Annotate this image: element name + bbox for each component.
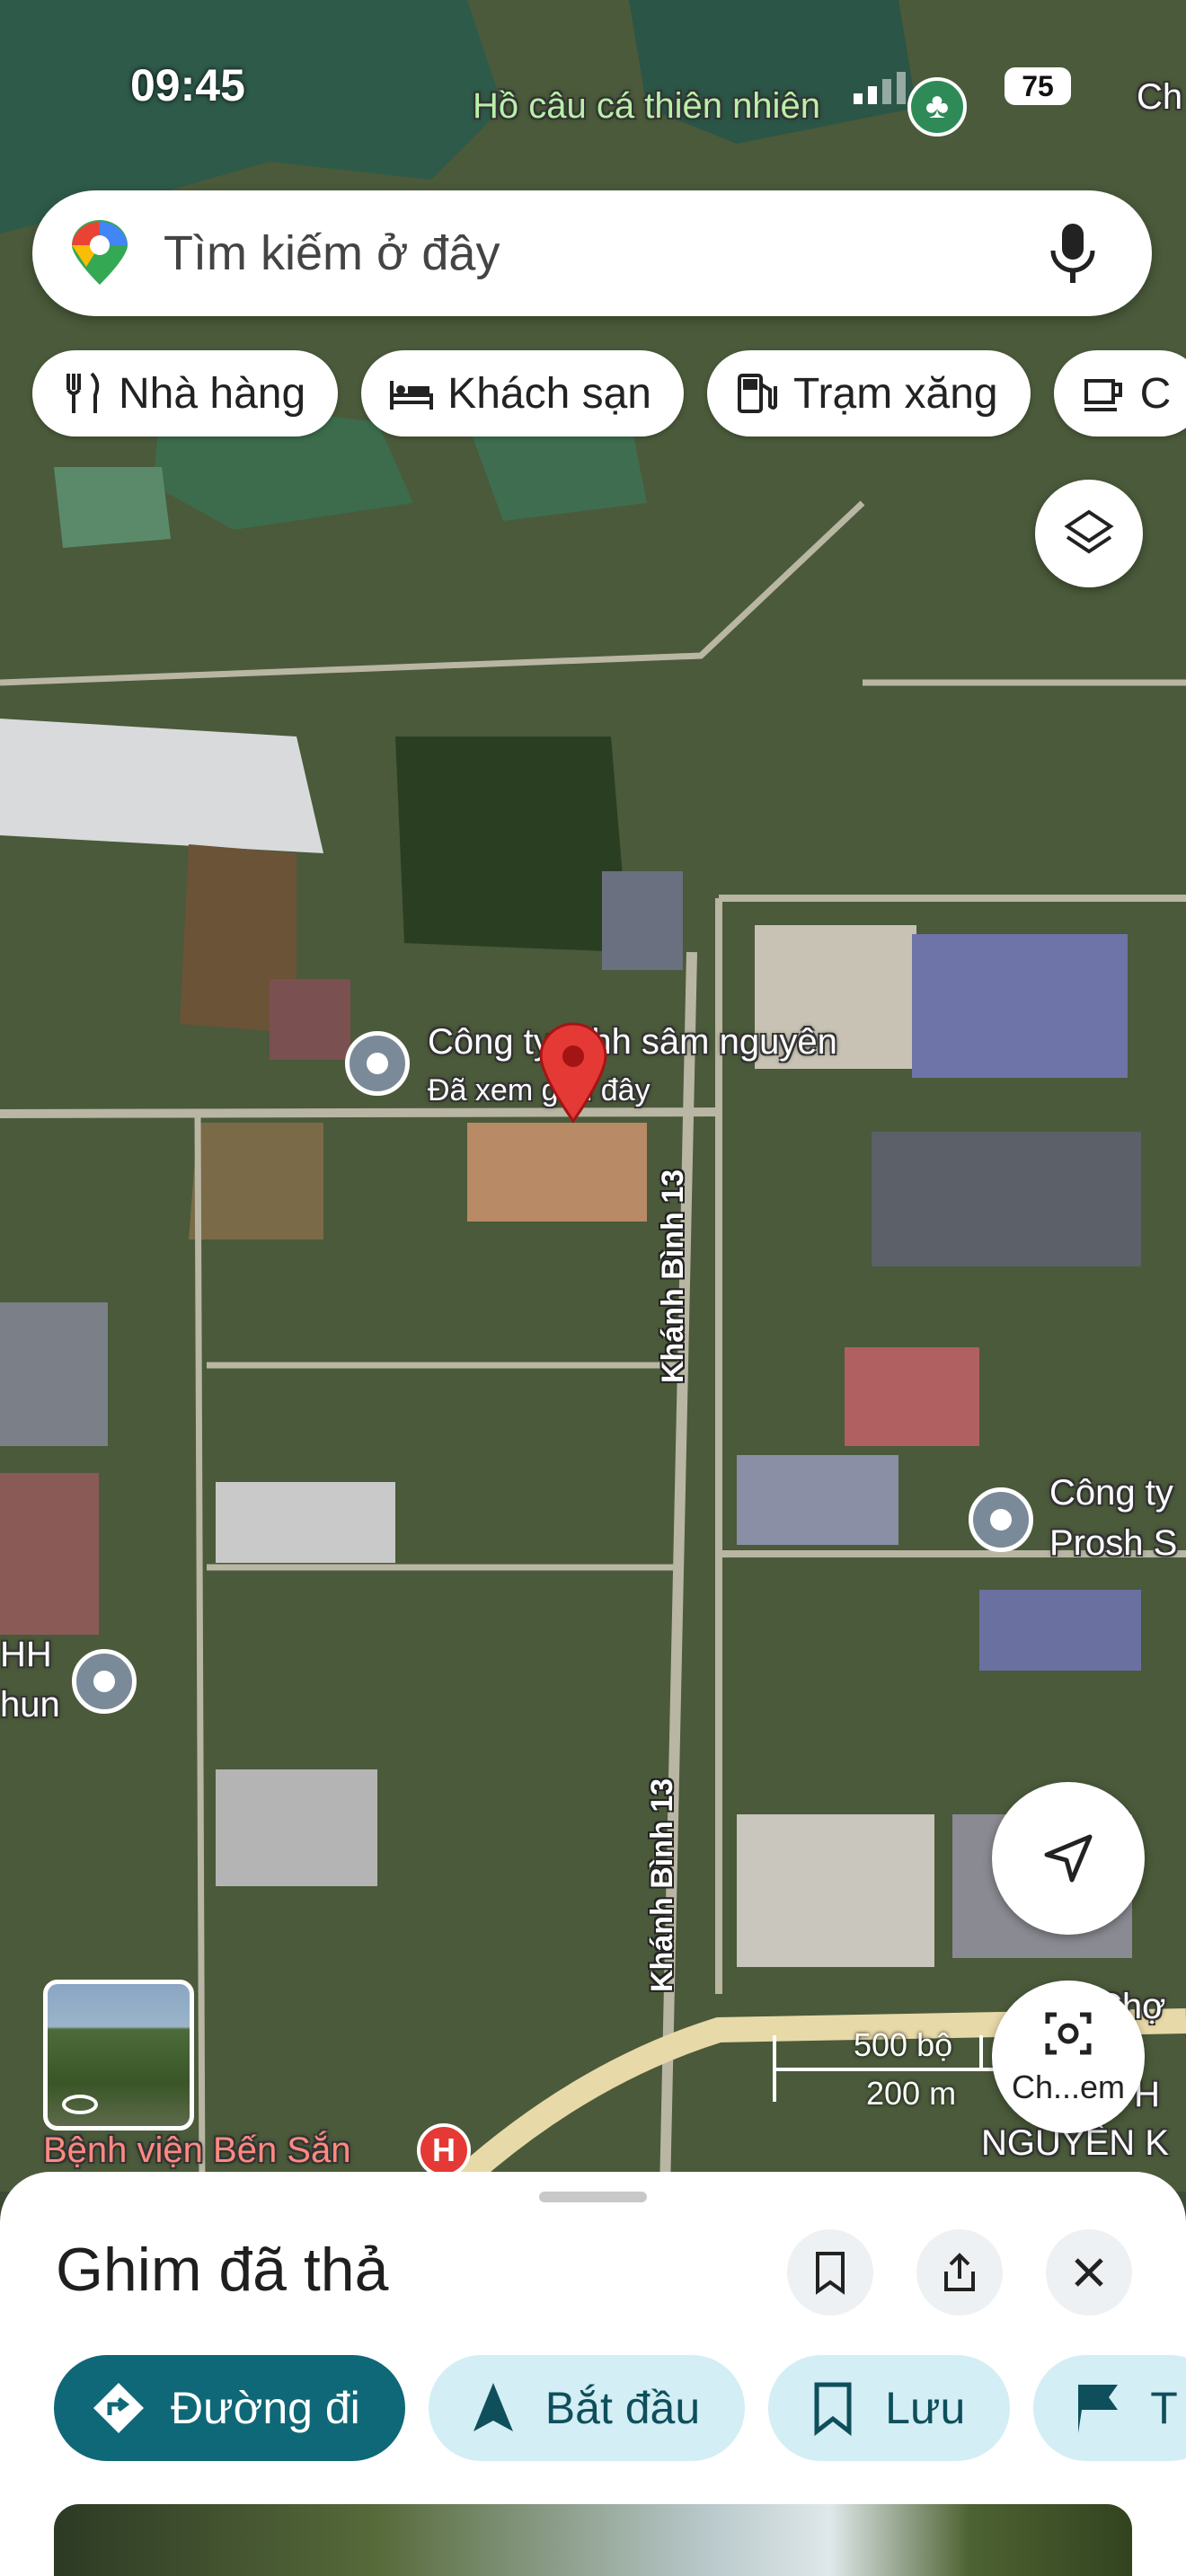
start-button[interactable]: Bắt đầu bbox=[428, 2355, 746, 2461]
directions-icon bbox=[93, 2383, 144, 2433]
chip-label: Trạm xăng bbox=[793, 369, 998, 418]
chip-hotels[interactable]: Khách sạn bbox=[361, 350, 684, 437]
lens-button[interactable]: Ch...em bbox=[992, 1981, 1145, 2133]
poi-company-right[interactable] bbox=[969, 1487, 1033, 1552]
category-chips: Nhà hàng Khách sạn Trạm xăng C bbox=[32, 350, 1186, 437]
signal-icon bbox=[854, 72, 906, 104]
lens-label: Ch...em bbox=[1011, 2069, 1126, 2105]
drag-handle[interactable] bbox=[539, 2192, 647, 2202]
search-input[interactable]: Tìm kiếm ở đây bbox=[164, 225, 1048, 281]
road-label-2: Khánh Bình 13 bbox=[645, 1778, 679, 1992]
bookmark-icon bbox=[816, 2252, 845, 2295]
poi-left[interactable] bbox=[72, 1649, 137, 1714]
battery-indicator: 75 bbox=[1005, 67, 1071, 105]
layers-icon bbox=[1064, 509, 1114, 554]
label-label: T bbox=[1150, 2383, 1178, 2433]
label-button[interactable]: T bbox=[1033, 2355, 1186, 2461]
layers-button[interactable] bbox=[1035, 480, 1143, 587]
dropped-pin-icon[interactable] bbox=[539, 1022, 607, 1125]
bookmark-icon bbox=[814, 2382, 852, 2437]
directions-button[interactable]: Đường đi bbox=[54, 2355, 405, 2461]
start-label: Bắt đầu bbox=[544, 2383, 701, 2433]
map-view[interactable]: 09:45 75 Hồ câu cá thiên nhiên ♣ Ch Công… bbox=[0, 0, 1186, 2192]
rotate-360-icon bbox=[62, 2095, 98, 2114]
coffee-icon bbox=[1084, 379, 1122, 411]
map-label-company-main: Công ty tnhh sâm nguyên bbox=[428, 1022, 837, 1062]
hospital-icon[interactable]: H bbox=[417, 2123, 471, 2177]
close-icon bbox=[1075, 2258, 1103, 2287]
place-sheet: Ghim đã thả Đường đi Bắt đầu Lưu T bbox=[0, 2172, 1186, 2576]
scale-meters: 200 m bbox=[866, 2075, 957, 2112]
chip-label: Khách sạn bbox=[447, 369, 651, 418]
chip-gas-stations[interactable]: Trạm xăng bbox=[707, 350, 1031, 437]
chip-label: C bbox=[1139, 369, 1172, 418]
navigation-icon bbox=[473, 2383, 513, 2431]
chip-restaurants[interactable]: Nhà hàng bbox=[32, 350, 339, 437]
hotel-icon bbox=[390, 381, 434, 410]
poi-company-main[interactable] bbox=[345, 1031, 410, 1096]
camera-search-icon bbox=[1045, 2012, 1092, 2055]
close-button[interactable] bbox=[1046, 2229, 1132, 2316]
road-label-1: Khánh Bình 13 bbox=[656, 1169, 690, 1383]
flag-icon bbox=[1078, 2385, 1119, 2433]
restaurant-icon bbox=[66, 372, 100, 413]
share-button[interactable] bbox=[916, 2229, 1003, 2316]
map-label-left-1: HH bbox=[0, 1635, 52, 1674]
map-label-hospital: Bệnh viện Bến Sắn bbox=[43, 2130, 351, 2170]
map-label-left-2: hun bbox=[0, 1685, 60, 1725]
directions-label: Đường đi bbox=[171, 2383, 360, 2433]
share-icon bbox=[944, 2253, 975, 2291]
action-buttons: Đường đi Bắt đầu Lưu T bbox=[54, 2355, 1186, 2461]
save-icon-button[interactable] bbox=[787, 2229, 873, 2316]
save-button[interactable]: Lưu bbox=[768, 2355, 1011, 2461]
save-label: Lưu bbox=[885, 2383, 966, 2433]
chip-label: Nhà hàng bbox=[119, 369, 306, 418]
gas-station-icon bbox=[738, 374, 777, 413]
place-photo[interactable] bbox=[54, 2504, 1132, 2576]
scale-feet: 500 bộ bbox=[854, 2026, 953, 2063]
map-label-top-right: Ch bbox=[1137, 77, 1183, 117]
mic-icon[interactable] bbox=[1048, 222, 1098, 285]
search-bar[interactable]: Tìm kiếm ở đây bbox=[32, 190, 1152, 316]
my-location-button[interactable] bbox=[992, 1782, 1145, 1935]
navigation-arrow-icon bbox=[1044, 1834, 1093, 1883]
map-label-company-right-1: Công ty bbox=[1049, 1473, 1173, 1513]
sheet-title: Ghim đã thả bbox=[56, 2236, 389, 2304]
map-label-lake: Hồ câu cá thiên nhiên bbox=[473, 86, 820, 126]
park-icon[interactable]: ♣ bbox=[907, 77, 967, 137]
maps-logo-icon bbox=[72, 220, 128, 285]
map-label-company-right-2: Prosh S bbox=[1049, 1523, 1178, 1563]
street-view-thumbnail[interactable] bbox=[43, 1980, 194, 2130]
chip-coffee[interactable]: C bbox=[1053, 350, 1186, 437]
status-time: 09:45 bbox=[130, 60, 245, 110]
